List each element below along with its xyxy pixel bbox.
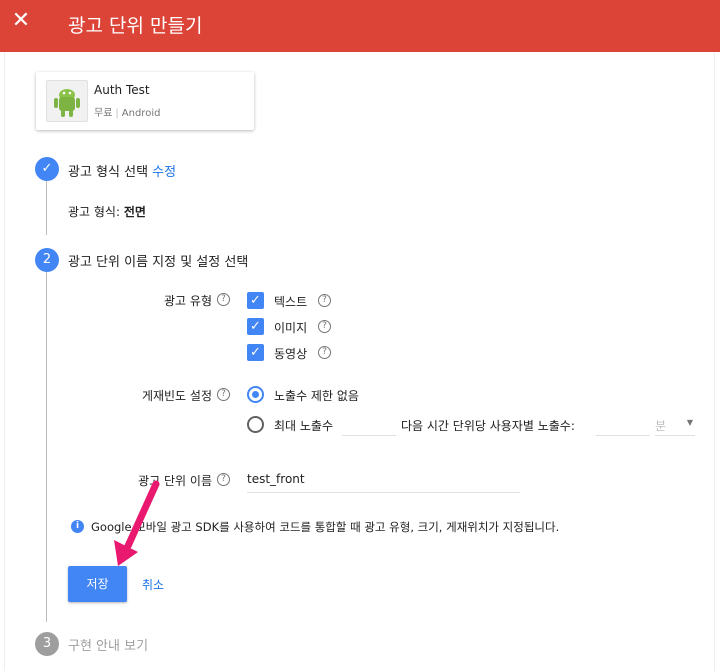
annotation-arrow-icon <box>114 480 160 566</box>
app-card: Auth Test 무료 | Android <box>36 72 254 130</box>
checkbox-image[interactable]: ✓ <box>247 318 264 335</box>
page-title: 광고 단위 만들기 <box>68 15 203 37</box>
help-icon[interactable]: ? <box>318 294 331 307</box>
option-image-label: 이미지 <box>274 321 308 335</box>
step-1-complete-icon: ✓ <box>35 157 59 181</box>
option-video-label: 동영상 <box>274 347 308 361</box>
ad-unit-name-input[interactable] <box>247 466 520 493</box>
app-name: Auth Test <box>94 83 150 97</box>
edit-link[interactable]: 수정 <box>152 165 176 180</box>
radio-unlimited-label: 노출수 제한 없음 <box>274 389 359 403</box>
help-icon[interactable]: ? <box>318 346 331 359</box>
step-2-number: 2 <box>35 248 59 272</box>
help-icon[interactable]: ? <box>217 473 230 486</box>
time-unit-value: 분 <box>655 419 667 433</box>
frequency-label: 게재빈도 설정 <box>141 389 212 403</box>
help-icon[interactable]: ? <box>318 320 331 333</box>
step-2-title: 광고 단위 이름 지정 및 설정 선택 <box>68 255 249 270</box>
radio-unlimited[interactable] <box>247 386 264 403</box>
max-impressions-input[interactable] <box>342 412 396 436</box>
cancel-button[interactable]: 취소 <box>142 576 164 593</box>
checkbox-video[interactable]: ✓ <box>247 344 264 361</box>
radio-max-impressions[interactable] <box>247 416 264 433</box>
dropdown-arrow-icon: ▼ <box>686 418 693 427</box>
app-platform-name: Android <box>121 108 161 119</box>
top-app-bar: ✕ 광고 단위 만들기 <box>0 0 720 52</box>
time-unit-count-input[interactable] <box>596 412 650 436</box>
step-1-title: 광고 형식 선택 수정 <box>68 165 177 180</box>
step-connector-2 <box>46 272 47 622</box>
per-user-text: 다음 시간 단위당 사용자별 노출수: <box>401 419 575 433</box>
time-unit-select[interactable]: 분 ▼ <box>655 412 695 436</box>
radio-max-label: 최대 노출수 <box>274 419 334 433</box>
app-owner: 무료 <box>94 108 113 119</box>
help-icon[interactable]: ? <box>217 388 230 401</box>
checkbox-text[interactable]: ✓ <box>247 292 264 309</box>
option-text-label: 텍스트 <box>274 295 308 309</box>
close-icon[interactable]: ✕ <box>8 8 34 34</box>
step-3-number: 3 <box>35 632 59 656</box>
info-icon: i <box>71 520 84 533</box>
android-app-icon <box>46 80 88 122</box>
ad-type-label: 광고 유형 <box>164 294 212 308</box>
save-button[interactable]: 저장 <box>68 566 127 602</box>
app-platform: 무료 | Android <box>94 108 161 119</box>
step-connector-1 <box>46 180 47 235</box>
ad-format-summary: 광고 형식: 전면 <box>68 205 146 219</box>
help-icon[interactable]: ? <box>217 293 230 306</box>
step-3-title: 구현 안내 보기 <box>68 639 149 654</box>
